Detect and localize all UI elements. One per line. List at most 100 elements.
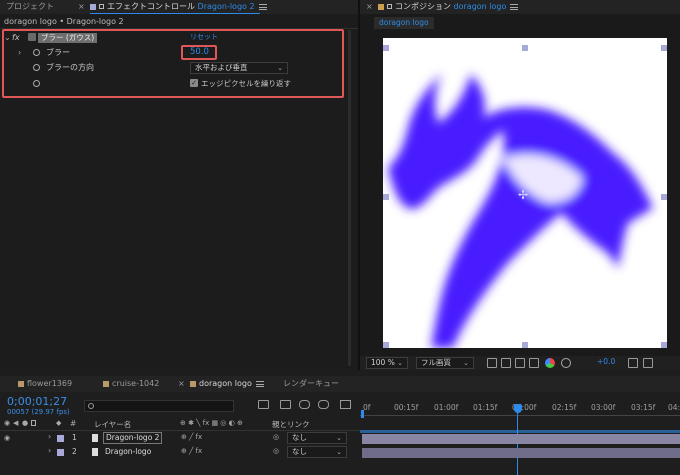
show-snapshot-icon[interactable] bbox=[643, 358, 653, 368]
label-color-swatch[interactable] bbox=[57, 449, 64, 456]
parent-value: なし bbox=[292, 433, 307, 442]
solo-switch-icon: ● bbox=[22, 419, 29, 427]
parent-link-header: 親とリンク bbox=[272, 420, 310, 429]
layer-switches[interactable]: ⊕ ╱ fx bbox=[181, 433, 202, 441]
effect-controls-panel: doragon logo • Dragon-logo 2 ⌄ fx ブラー (ガ… bbox=[0, 14, 358, 370]
tab-effect-controls[interactable]: エフェクトコントロール Dragon-logo 2 bbox=[90, 0, 267, 14]
layer-name[interactable]: Dragon-logo bbox=[105, 447, 151, 456]
close-icon[interactable]: × bbox=[178, 377, 185, 391]
frame-blending-icon[interactable] bbox=[318, 400, 329, 409]
graph-editor-icon[interactable] bbox=[340, 400, 351, 409]
region-of-interest-icon[interactable] bbox=[529, 358, 539, 368]
chevron-down-icon: ⌄ bbox=[336, 448, 342, 456]
bbox-handle[interactable] bbox=[383, 342, 389, 348]
composition-panel: doragon logo ✢ 100 % ⌄ フル画質 ⌄ +0.0 bbox=[360, 14, 680, 370]
tab-composition[interactable]: コンポジション doragon logo bbox=[378, 0, 519, 14]
ruler-tick-label: 02:15f bbox=[552, 403, 577, 412]
layer-row[interactable]: › 2 Dragon-logo ⊕ ╱ fx ◎ なし ⌄ bbox=[0, 446, 680, 459]
effect-highlight-box bbox=[2, 29, 344, 98]
switches-header: ⊕ ✱ ╲ fx ▦ ◎ ◐ ⊕ bbox=[180, 419, 243, 427]
color-management-icon[interactable] bbox=[561, 358, 571, 368]
expand-chevron-icon[interactable]: › bbox=[48, 446, 51, 455]
color-channels-icon[interactable] bbox=[545, 358, 555, 368]
blur-value-highlight-box bbox=[181, 45, 217, 60]
breadcrumb: doragon logo • Dragon-logo 2 bbox=[4, 17, 124, 26]
panel-menu-icon[interactable] bbox=[510, 3, 519, 10]
zoom-select[interactable]: 100 % ⌄ bbox=[366, 357, 408, 369]
layer-search-input[interactable] bbox=[84, 400, 234, 412]
transparency-grid-icon[interactable] bbox=[501, 358, 511, 368]
bbox-handle[interactable] bbox=[661, 194, 667, 200]
right-tab-bar: × コンポジション doragon logo bbox=[360, 0, 680, 14]
layer-duration-bar[interactable] bbox=[362, 434, 680, 444]
viewer-toolbar: 100 % ⌄ フル画質 ⌄ +0.0 bbox=[360, 356, 680, 370]
panel-menu-icon[interactable] bbox=[255, 380, 264, 387]
camera-icon[interactable] bbox=[628, 358, 638, 368]
bbox-handle[interactable] bbox=[661, 342, 667, 348]
pickwhip-icon[interactable]: ◎ bbox=[273, 433, 279, 441]
layer-duration-bar[interactable] bbox=[362, 448, 680, 458]
label-color-icon: ◆ bbox=[56, 419, 62, 427]
lock-icon bbox=[31, 420, 36, 426]
lock-icon bbox=[387, 4, 392, 9]
eye-icon[interactable]: ◉ bbox=[4, 434, 10, 442]
close-icon[interactable]: × bbox=[78, 0, 85, 14]
panel-color-icon bbox=[90, 3, 96, 10]
layer-column-header: ◉ ◀ ● ◆ # レイヤー名 ⊕ ✱ ╲ fx ▦ ◎ ◐ ⊕ 親とリンク bbox=[0, 418, 360, 431]
comp-mini-flowchart-icon[interactable] bbox=[258, 400, 269, 409]
hide-shy-layers-icon[interactable] bbox=[299, 400, 310, 409]
tab-effect-controls-label: エフェクトコントロール bbox=[107, 2, 195, 11]
tab-comp-name: doragon logo bbox=[453, 2, 507, 11]
composition-viewer[interactable]: ✢ bbox=[383, 38, 667, 348]
tab-doragon-logo[interactable]: doragon logo bbox=[190, 377, 264, 391]
timeline-panel: 0;00;01;27 00057 (29.97 fps) 0f 00:15f 0… bbox=[0, 392, 680, 475]
tab-cruise-1042[interactable]: cruise-1042 bbox=[103, 377, 159, 391]
panel-menu-icon[interactable] bbox=[258, 3, 267, 10]
expand-chevron-icon[interactable]: › bbox=[48, 432, 51, 441]
ruler-tick-label: 0f bbox=[363, 403, 371, 412]
ruler-tick-label: 01:15f bbox=[473, 403, 498, 412]
bbox-handle[interactable] bbox=[522, 342, 528, 348]
playhead[interactable] bbox=[514, 404, 522, 413]
exposure-value[interactable]: +0.0 bbox=[597, 357, 615, 366]
parent-select[interactable]: なし ⌄ bbox=[287, 432, 347, 444]
tab-render-queue[interactable]: レンダーキュー bbox=[283, 377, 339, 391]
parent-select[interactable]: なし ⌄ bbox=[287, 446, 347, 458]
lock-icon bbox=[99, 4, 104, 9]
mask-visibility-icon[interactable] bbox=[515, 358, 525, 368]
chevron-down-icon: ⌄ bbox=[463, 359, 469, 367]
comp-subtab[interactable]: doragon logo bbox=[374, 17, 434, 29]
layer-icon bbox=[92, 434, 98, 442]
fast-preview-icon[interactable] bbox=[487, 358, 497, 368]
tab-layer-name: Dragon-logo 2 bbox=[197, 2, 255, 11]
ruler-tick-label: 04:0 bbox=[668, 403, 680, 412]
chevron-down-icon: ⌄ bbox=[397, 359, 403, 367]
frame-count: 00057 (29.97 fps) bbox=[7, 408, 70, 416]
layer-switches[interactable]: ⊕ ╱ fx bbox=[181, 447, 202, 455]
anchor-point-icon[interactable]: ✢ bbox=[518, 188, 528, 202]
resolution-select[interactable]: フル画質 ⌄ bbox=[416, 357, 474, 369]
bbox-handle[interactable] bbox=[383, 45, 389, 51]
work-area-start-handle[interactable] bbox=[361, 410, 364, 418]
layer-name[interactable]: Dragon-logo 2 bbox=[103, 432, 163, 444]
layer-name-header[interactable]: レイヤー名 bbox=[94, 419, 131, 430]
tab-flower1369[interactable]: flower1369 bbox=[18, 377, 72, 391]
left-tab-bar: プロジェクト × エフェクトコントロール Dragon-logo 2 bbox=[0, 0, 360, 14]
bbox-handle[interactable] bbox=[522, 45, 528, 51]
pickwhip-icon[interactable]: ◎ bbox=[273, 447, 279, 455]
parent-value: なし bbox=[292, 447, 307, 456]
draft-3d-icon[interactable] bbox=[280, 400, 291, 409]
layer-icon bbox=[92, 448, 98, 456]
audio-switch-icon: ◀ bbox=[13, 419, 19, 427]
bbox-handle[interactable] bbox=[661, 45, 667, 51]
label-color-swatch[interactable] bbox=[57, 435, 64, 442]
tab-project[interactable]: プロジェクト bbox=[6, 0, 54, 14]
layer-row[interactable]: ◉ › 1 Dragon-logo 2 ⊕ ╱ fx ◎ なし ⌄ bbox=[0, 432, 680, 445]
bbox-handle[interactable] bbox=[383, 194, 389, 200]
current-timecode[interactable]: 0;00;01;27 bbox=[7, 395, 67, 408]
scrollbar[interactable] bbox=[348, 30, 351, 366]
close-icon[interactable]: × bbox=[366, 0, 373, 14]
ruler-tick-label: 00:15f bbox=[394, 403, 419, 412]
layer-number: 2 bbox=[72, 447, 77, 456]
comp-color-icon bbox=[190, 380, 196, 387]
